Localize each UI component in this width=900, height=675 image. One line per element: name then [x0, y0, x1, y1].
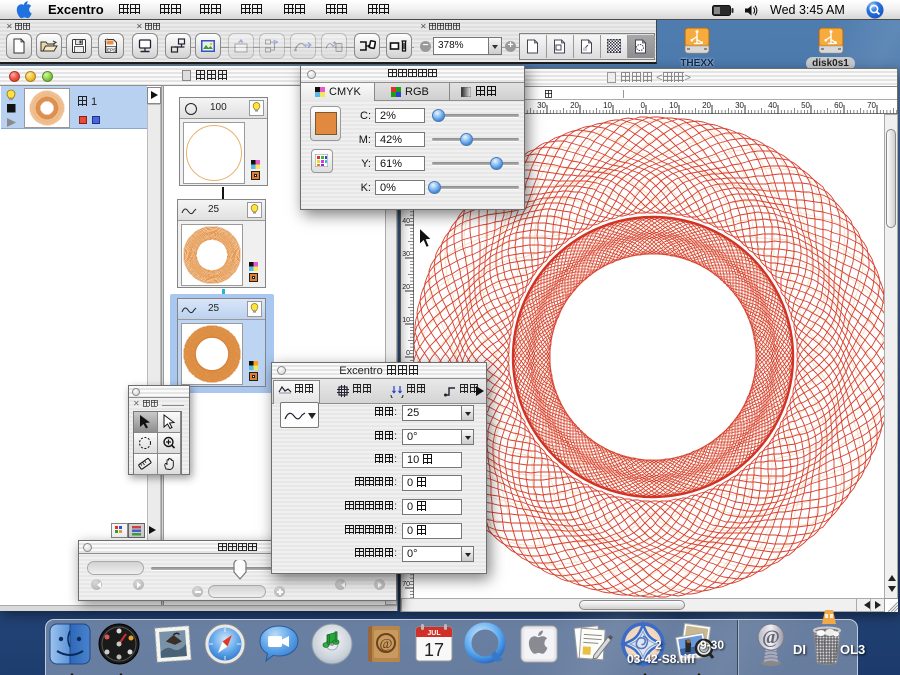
svg-text:@: @: [380, 637, 393, 652]
svg-text:50: 50: [801, 101, 810, 110]
svg-text:@: @: [762, 627, 780, 648]
svg-text:20: 20: [402, 284, 410, 291]
svg-text:10: 10: [603, 101, 612, 110]
svg-text:20: 20: [702, 101, 711, 110]
svg-text:40: 40: [768, 101, 777, 110]
svg-text:30: 30: [402, 251, 410, 258]
svg-text:EPS: EPS: [107, 48, 116, 53]
svg-text:30: 30: [735, 101, 744, 110]
svg-text:20: 20: [570, 101, 579, 110]
svg-text:10: 10: [402, 317, 410, 324]
svg-text:70: 70: [402, 581, 410, 588]
svg-text:70: 70: [867, 101, 876, 110]
svg-text:60: 60: [834, 101, 843, 110]
svg-text:0: 0: [641, 101, 646, 110]
svg-text:0: 0: [406, 350, 410, 357]
svg-text:30: 30: [537, 101, 546, 110]
svg-text:JUL: JUL: [427, 630, 441, 637]
svg-text:17: 17: [424, 640, 444, 660]
svg-text:40: 40: [402, 218, 410, 225]
svg-text:10: 10: [669, 101, 678, 110]
